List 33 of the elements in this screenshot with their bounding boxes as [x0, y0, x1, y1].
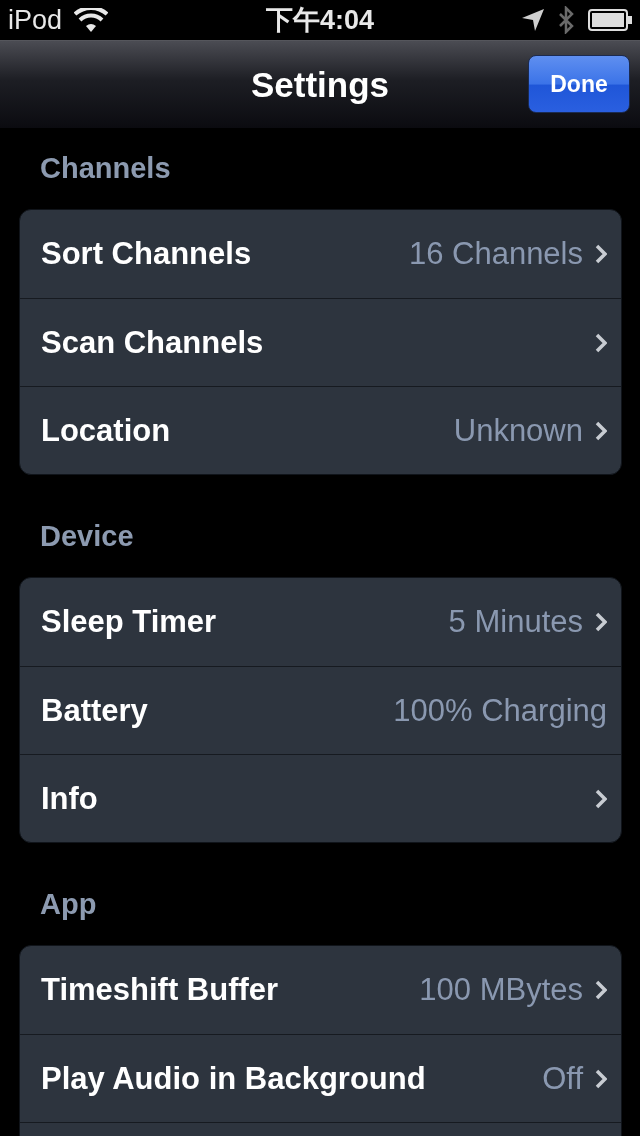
- settings-row[interactable]: Battery 100% Charging: [20, 666, 621, 754]
- wifi-icon: [74, 8, 109, 32]
- row-label: Play Audio in Background: [41, 1060, 426, 1097]
- row-value: 100 MBytes: [419, 972, 583, 1008]
- row-value: 100% Charging: [393, 692, 607, 729]
- row-label: Sort Channels: [41, 236, 252, 272]
- done-button[interactable]: Done: [528, 55, 630, 113]
- row-label: Location: [41, 412, 171, 449]
- section-header: App: [40, 887, 97, 922]
- row-label: Timeshift Buffer: [41, 972, 279, 1008]
- battery-icon: [588, 9, 632, 31]
- row-value: Unknown: [453, 412, 583, 449]
- section-header: Channels: [40, 151, 171, 186]
- row-label: Battery: [41, 692, 148, 729]
- row-label: Info: [41, 780, 98, 817]
- nav-title: Settings: [250, 64, 390, 105]
- settings-row[interactable]: Scan Channels: [20, 298, 621, 386]
- settings-row[interactable]: Sleep Timer 5 Minutes: [20, 578, 621, 666]
- row-value: Off: [542, 1060, 583, 1097]
- settings-row[interactable]: Sort Channels 16 Channels: [20, 210, 621, 298]
- carrier-name: iPod: [8, 4, 63, 36]
- location-arrow-icon: [522, 9, 544, 31]
- settings-row[interactable]: Info: [20, 754, 621, 842]
- row-label: Sleep Timer: [41, 604, 217, 640]
- row-value: 16 Channels: [408, 236, 583, 272]
- settings-row[interactable]: Location Unknown: [20, 386, 621, 474]
- row-label: Scan Channels: [41, 324, 264, 361]
- settings-row[interactable]: Play Audio in Background Off: [20, 1034, 621, 1122]
- row-value: 5 Minutes: [448, 604, 583, 640]
- section-header: Device: [40, 519, 134, 554]
- settings-row[interactable]: Timeshift Buffer 100 MBytes: [20, 946, 621, 1034]
- status-time: 下午4:04: [266, 4, 374, 37]
- bluetooth-icon: [558, 6, 574, 34]
